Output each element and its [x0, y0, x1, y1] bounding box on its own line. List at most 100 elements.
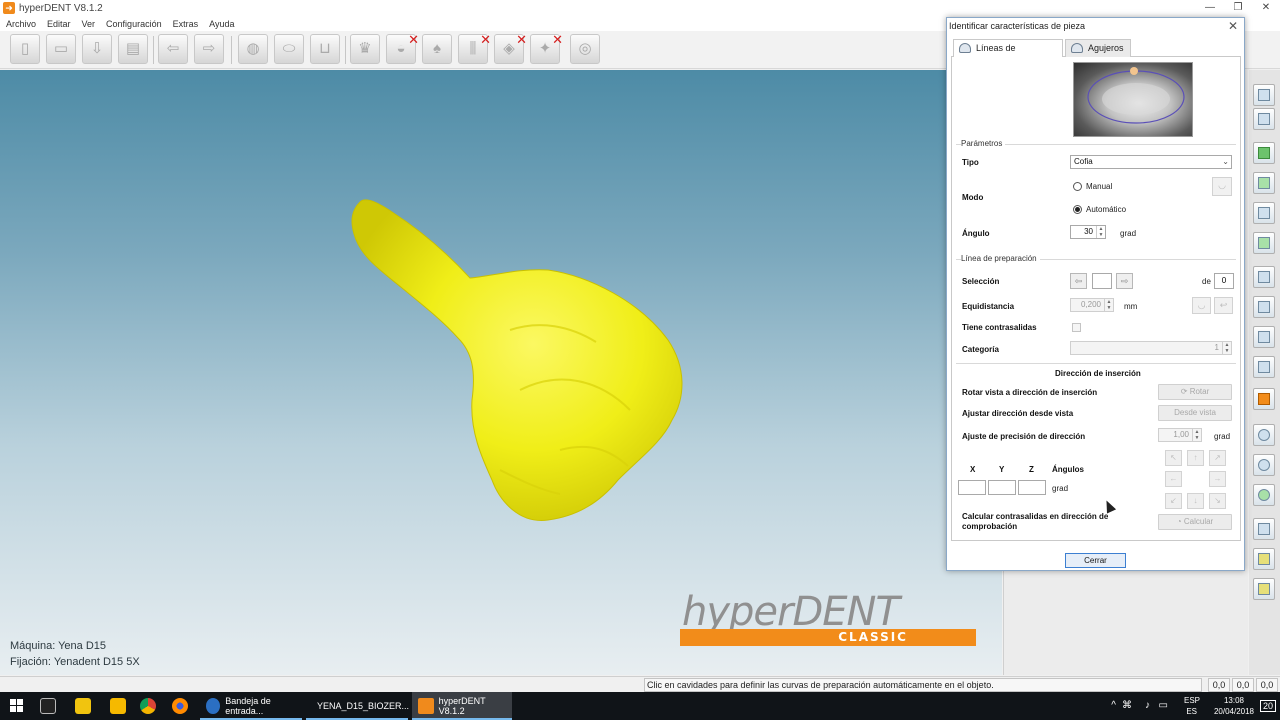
firefox-icon[interactable]: [172, 698, 188, 714]
tool-view2-icon[interactable]: [1253, 548, 1275, 570]
tab-holes[interactable]: Agujeros: [1065, 39, 1131, 57]
taskbar-hyperdent[interactable]: hyperDENT V8.1.2: [412, 692, 512, 720]
maximize-icon[interactable]: ❐: [1224, 0, 1252, 16]
desde-vista-button[interactable]: Desde vista: [1158, 405, 1232, 421]
stock-button[interactable]: ◍: [238, 34, 268, 64]
apply-equidistance-button[interactable]: ◡: [1192, 297, 1211, 314]
tooth-remove-button[interactable]: ◒ ✕: [386, 32, 419, 64]
files-icon[interactable]: [110, 698, 126, 714]
menu-ayuda[interactable]: Ayuda: [209, 19, 234, 29]
y-angle-field[interactable]: [988, 480, 1016, 495]
tool-view3-icon[interactable]: [1253, 578, 1275, 600]
menu-extras[interactable]: Extras: [173, 19, 199, 29]
window-controls: — ❐ ✕: [1196, 0, 1280, 16]
next-selection-button[interactable]: ⇨: [1116, 273, 1133, 289]
view-bottom-icon[interactable]: [1253, 232, 1275, 254]
menu-configuracion[interactable]: Configuración: [106, 19, 162, 29]
file-explorer-icon[interactable]: [75, 698, 91, 714]
close-button[interactable]: Cerrar: [1065, 553, 1126, 568]
tilt-down-button[interactable]: ↓: [1187, 493, 1204, 509]
view-right-icon[interactable]: [1253, 172, 1275, 194]
export-button[interactable]: ◎: [570, 34, 600, 64]
selection-index-field[interactable]: [1092, 273, 1112, 289]
precision-spinner[interactable]: 1,00 ▲ ▼: [1158, 428, 1202, 442]
tray-lang-bottom[interactable]: ES: [1186, 707, 1197, 716]
close-icon[interactable]: ✕: [1252, 0, 1280, 16]
zoom-fit-icon[interactable]: [1253, 484, 1275, 506]
view-iso4-icon[interactable]: [1253, 356, 1275, 378]
zoom-window-icon[interactable]: [1253, 454, 1275, 476]
previous-selection-button[interactable]: ⇦: [1070, 273, 1087, 289]
path-remove-button[interactable]: ◈ ✕: [494, 32, 527, 64]
tilt-up-button[interactable]: ↑: [1187, 450, 1204, 466]
import-button[interactable]: ⇩: [82, 34, 112, 64]
tray-network-icon[interactable]: ⌘: [1122, 700, 1132, 711]
chrome-icon[interactable]: [140, 698, 156, 714]
x-angle-field[interactable]: [958, 480, 986, 495]
rotar-button[interactable]: ⟳ Rotar: [1158, 384, 1232, 400]
tilt-down-right-button[interactable]: ↘: [1209, 493, 1226, 509]
yellow-3d-object[interactable]: [0, 70, 1002, 675]
tab-prep-lines[interactable]: Líneas de preparación: [953, 39, 1063, 69]
3d-viewport[interactable]: hyperDENT CLASSIC Máquina: Yena D15 Fija…: [0, 70, 1002, 675]
seleccion-label: Selección: [962, 277, 1000, 286]
zoom-icon[interactable]: [1253, 424, 1275, 446]
modo-manual-radio[interactable]: [1073, 182, 1082, 191]
tray-time[interactable]: 13:08: [1224, 696, 1244, 705]
tray-lang-top[interactable]: ESP: [1184, 696, 1200, 705]
categoria-spinner[interactable]: 1 ▲ ▼: [1070, 341, 1232, 355]
tilt-up-left-button[interactable]: ↖: [1165, 450, 1182, 466]
spin-arrows-icon[interactable]: ▲ ▼: [1192, 429, 1201, 441]
z-angle-field[interactable]: [1018, 480, 1046, 495]
undo-button[interactable]: ⇦: [158, 34, 188, 64]
tray-battery-icon[interactable]: ▭: [1159, 700, 1168, 711]
redo-button[interactable]: ⇨: [194, 34, 224, 64]
tooth-shape-button[interactable]: ♠: [422, 34, 452, 64]
manual-mode-button[interactable]: ◡: [1212, 177, 1232, 196]
menu-editar[interactable]: Editar: [47, 19, 71, 29]
contrasalidas-checkbox[interactable]: [1072, 323, 1081, 332]
open-button[interactable]: ▭: [46, 34, 76, 64]
fixture-button[interactable]: ⊔: [310, 34, 340, 64]
tilt-right-button[interactable]: →: [1209, 471, 1226, 487]
equidistancia-spinner[interactable]: 0,200 ▲ ▼: [1070, 298, 1114, 312]
minimize-icon[interactable]: —: [1196, 0, 1224, 16]
tool-view-icon[interactable]: [1253, 518, 1275, 540]
tipo-select[interactable]: Cofia ⌄: [1070, 155, 1232, 169]
spin-arrows-icon[interactable]: ▲ ▼: [1096, 226, 1105, 238]
tray-date[interactable]: 20/04/2018: [1214, 707, 1254, 716]
tray-chevron-icon[interactable]: ^: [1111, 700, 1116, 711]
view-iso2-icon[interactable]: [1253, 296, 1275, 318]
taskbar-yena[interactable]: YENA_D15_BIOZER...: [306, 692, 409, 720]
tool-remove-button[interactable]: ⫼ ✕: [458, 32, 491, 64]
notification-center-icon[interactable]: 20: [1259, 700, 1276, 712]
tilt-down-left-button[interactable]: ↙: [1165, 493, 1182, 509]
view-cube-icon[interactable]: [1253, 84, 1275, 106]
view-front-icon[interactable]: [1253, 108, 1275, 130]
new-document-button[interactable]: ▯: [10, 34, 40, 64]
taskbar-outlook[interactable]: Bandeja de entrada...: [200, 692, 302, 720]
dialog-close-icon[interactable]: ✕: [1228, 19, 1238, 33]
view-iso1-icon[interactable]: [1253, 266, 1275, 288]
spin-arrows-icon[interactable]: ▲ ▼: [1104, 299, 1113, 311]
view-iso3-icon[interactable]: [1253, 326, 1275, 348]
simulate-remove-button[interactable]: ✦ ✕: [530, 32, 563, 64]
view-left-icon[interactable]: [1253, 202, 1275, 224]
orange-arrow-icon[interactable]: [1253, 388, 1275, 410]
reset-equidistance-button[interactable]: ↩: [1214, 297, 1233, 314]
angulo-spinner[interactable]: 30 ▲ ▼: [1070, 225, 1106, 239]
tilt-up-right-button[interactable]: ↗: [1209, 450, 1226, 466]
menu-ver[interactable]: Ver: [82, 19, 96, 29]
tilt-left-button[interactable]: ←: [1165, 471, 1182, 487]
menu-archivo[interactable]: Archivo: [6, 19, 36, 29]
print-button[interactable]: ▤: [118, 34, 148, 64]
tray-volume-icon[interactable]: ♪: [1145, 700, 1150, 711]
view-top-icon[interactable]: [1253, 142, 1275, 164]
blank-button[interactable]: ⬭: [274, 34, 304, 64]
spin-arrows-icon[interactable]: ▲ ▼: [1222, 342, 1231, 354]
windows-start-icon[interactable]: [10, 699, 24, 713]
tooth-button[interactable]: ♛: [350, 34, 380, 64]
modo-auto-radio[interactable]: [1073, 205, 1082, 214]
calcular-button[interactable]: ◔ Calcular: [1158, 514, 1232, 530]
task-view-icon[interactable]: [40, 698, 56, 714]
